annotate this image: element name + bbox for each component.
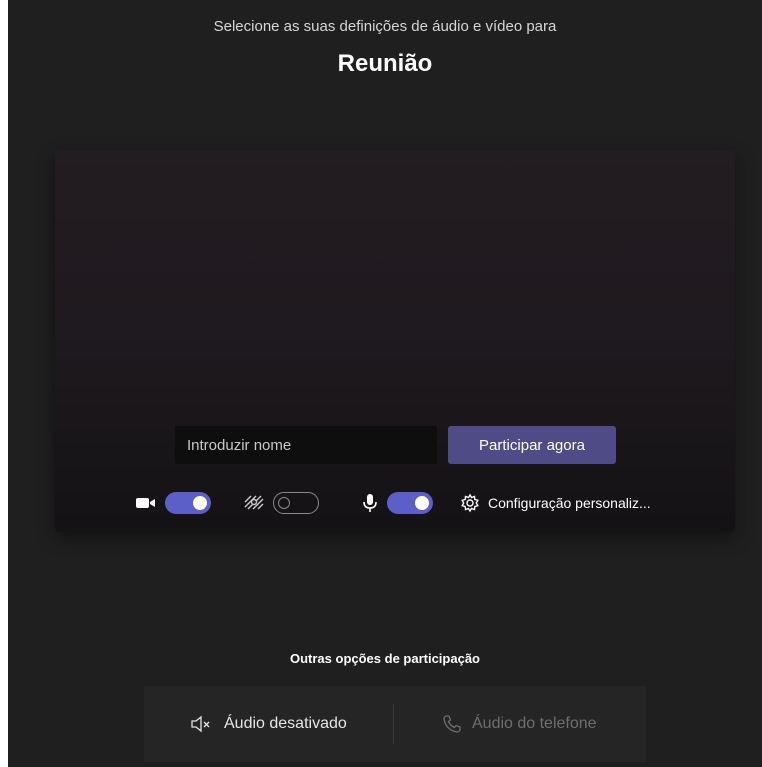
pre-join-screen: Selecione as suas definições de áudio e … xyxy=(8,0,762,767)
microphone-toggle[interactable] xyxy=(387,492,433,514)
custom-settings-button[interactable]: Configuração personaliz... xyxy=(460,486,651,520)
phone-audio-label: Áudio do telefone xyxy=(472,715,597,732)
background-effects-icon xyxy=(243,494,265,512)
audio-off-label: Áudio desativado xyxy=(224,715,347,732)
page-subtitle: Selecione as suas definições de áudio e … xyxy=(213,18,557,35)
audio-off-option[interactable]: Áudio desativado xyxy=(190,686,347,762)
camera-toggle[interactable] xyxy=(165,492,211,514)
options-divider xyxy=(393,704,394,744)
camera-control xyxy=(135,486,211,520)
microphone-control xyxy=(361,486,433,520)
join-now-button[interactable]: Participar agora xyxy=(448,426,616,464)
name-input[interactable] xyxy=(175,426,437,464)
other-join-options: Áudio desativado Áudio do telefone xyxy=(144,686,646,762)
background-effects-control xyxy=(243,486,319,520)
phone-icon xyxy=(442,714,462,734)
gear-icon xyxy=(460,493,480,513)
microphone-icon xyxy=(361,493,379,513)
other-join-options-title: Outras opções de participação xyxy=(289,651,480,666)
video-preview: Participar agora xyxy=(55,150,735,532)
camera-icon xyxy=(135,495,157,511)
background-effects-toggle[interactable] xyxy=(273,492,319,514)
device-controls: Configuração personaliz... xyxy=(55,486,735,520)
speaker-muted-icon xyxy=(190,714,214,734)
phone-audio-option[interactable]: Áudio do telefone xyxy=(442,686,597,762)
custom-settings-label: Configuração personaliz... xyxy=(488,495,651,511)
page-title: Reunião xyxy=(337,50,433,77)
